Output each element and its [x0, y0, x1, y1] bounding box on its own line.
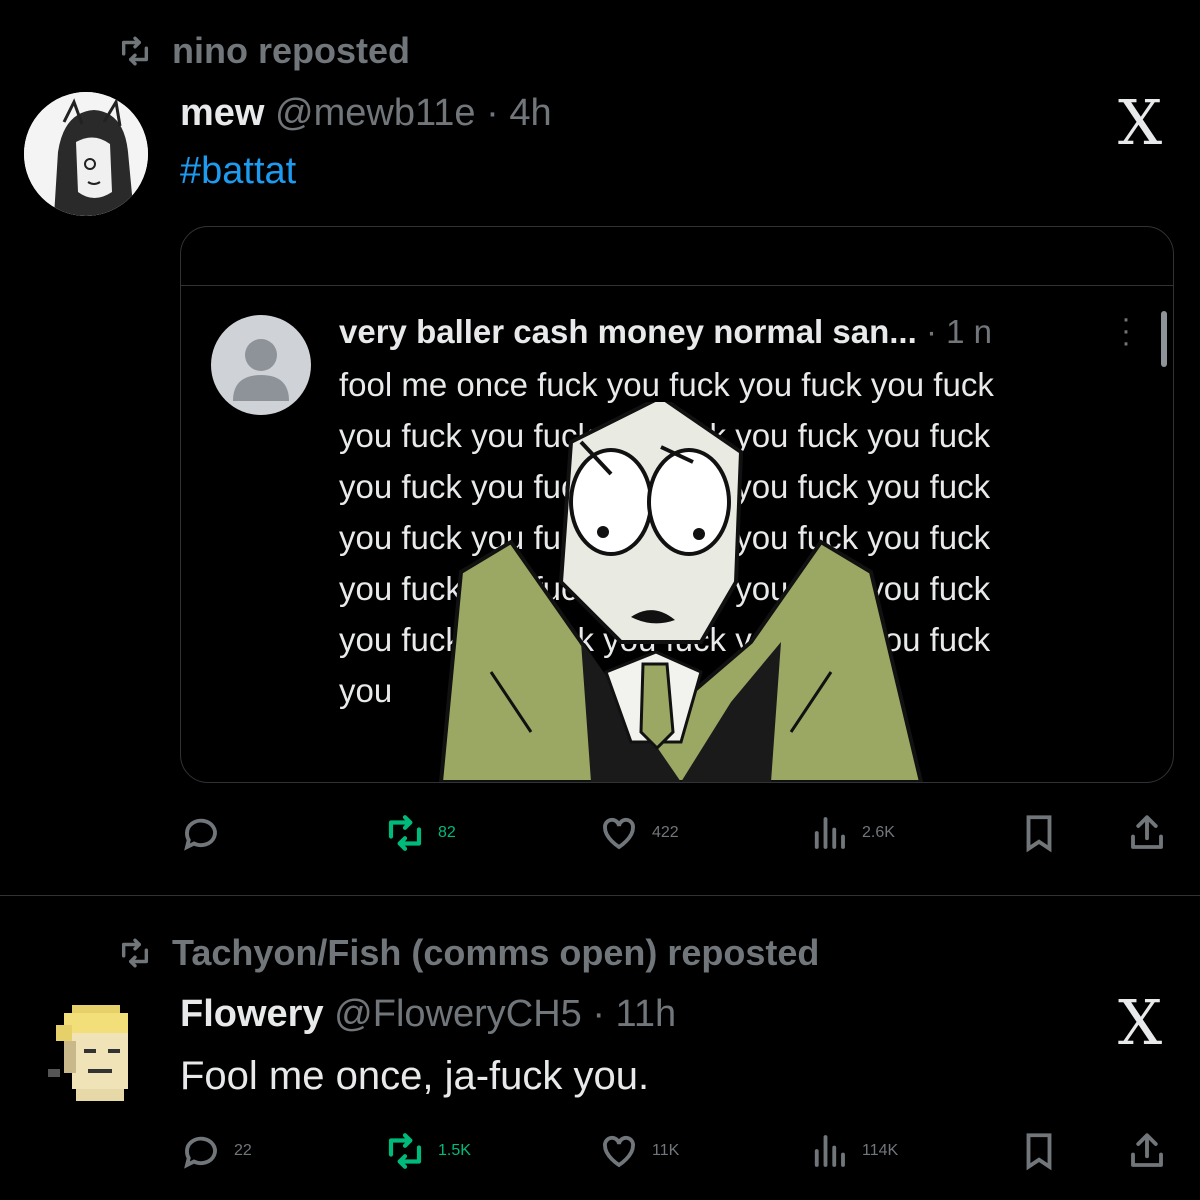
avatar[interactable] [40, 996, 152, 1118]
inner-avatar [211, 315, 311, 415]
reply-button[interactable] [180, 812, 222, 854]
share-icon [1131, 1133, 1163, 1167]
repost-icon [121, 36, 149, 66]
hashtag-link[interactable]: #battat [180, 150, 296, 193]
display-name[interactable]: Flowery [180, 993, 324, 1035]
inner-post-author: very baller cash money normal san... [339, 313, 917, 350]
like-icon [603, 1135, 635, 1168]
like-button[interactable]: 422 [598, 812, 679, 854]
like-icon [603, 817, 635, 850]
views-count: 2.6K [862, 824, 895, 841]
post-author-line: mew @mewb11e · 4h [180, 92, 552, 135]
x-logo-icon[interactable]: X [1118, 92, 1162, 154]
views-button[interactable]: 114K [808, 1130, 898, 1172]
repost-icon [388, 815, 422, 851]
repost-count: 82 [438, 824, 456, 841]
media-card[interactable]: very baller cash money normal san... · 1… [180, 226, 1174, 783]
handle-time[interactable]: @FloweryCH5 · 11h [334, 993, 676, 1035]
post-author-line: Flowery @FloweryCH5 · 11h [180, 993, 676, 1036]
like-count: 422 [652, 824, 679, 841]
display-name[interactable]: mew [180, 92, 264, 134]
repost-indicator: Tachyon/Fish (comms open) reposted [112, 932, 819, 974]
share-button[interactable] [1126, 812, 1168, 854]
views-button[interactable]: 2.6K [808, 812, 895, 854]
bookmark-icon [1026, 815, 1052, 853]
share-icon [1131, 815, 1163, 849]
repost-icon [388, 1133, 422, 1169]
more-icon: · · · [1121, 302, 1131, 359]
reply-button[interactable]: 22 [180, 1130, 252, 1172]
handle-time[interactable]: @mewb11e · 4h [275, 92, 552, 134]
post-text: Fool me once, ja-fuck you. [180, 1054, 650, 1098]
bookmark-button[interactable] [1018, 812, 1060, 854]
views-icon [814, 1135, 845, 1167]
inner-post-title: very baller cash money normal san... · 1… [339, 313, 992, 351]
like-count: 11K [652, 1142, 680, 1159]
repost-indicator: nino reposted [112, 30, 410, 72]
bookmark-icon [1026, 1133, 1052, 1171]
repost-count: 1.5K [438, 1142, 471, 1159]
share-button[interactable] [1126, 1130, 1168, 1172]
views-count: 114K [862, 1142, 899, 1159]
bookmark-button[interactable] [1018, 1130, 1060, 1172]
reposted-by-label: nino reposted [172, 30, 411, 71]
views-icon [814, 817, 845, 849]
card-divider [181, 285, 1173, 286]
avatar[interactable] [24, 92, 148, 216]
avatar-drawing [24, 92, 148, 216]
post-separator [0, 895, 1200, 896]
like-button[interactable]: 11K [598, 1130, 679, 1172]
inner-post-time: · 1 n [925, 313, 992, 350]
pixel-avatar [48, 1005, 128, 1101]
repost-button[interactable]: 82 [384, 812, 456, 854]
scrollbar [1161, 311, 1167, 367]
reply-icon [184, 818, 217, 851]
repost-button[interactable]: 1.5K [384, 1130, 471, 1172]
reposted-by-label: Tachyon/Fish (comms open) reposted [172, 932, 820, 973]
reply-count: 22 [234, 1142, 252, 1159]
default-avatar-icon [233, 339, 289, 401]
reply-icon [184, 1136, 217, 1169]
x-logo-icon[interactable]: X [1118, 992, 1162, 1054]
repost-icon [121, 938, 149, 968]
character-illustration [438, 402, 924, 782]
